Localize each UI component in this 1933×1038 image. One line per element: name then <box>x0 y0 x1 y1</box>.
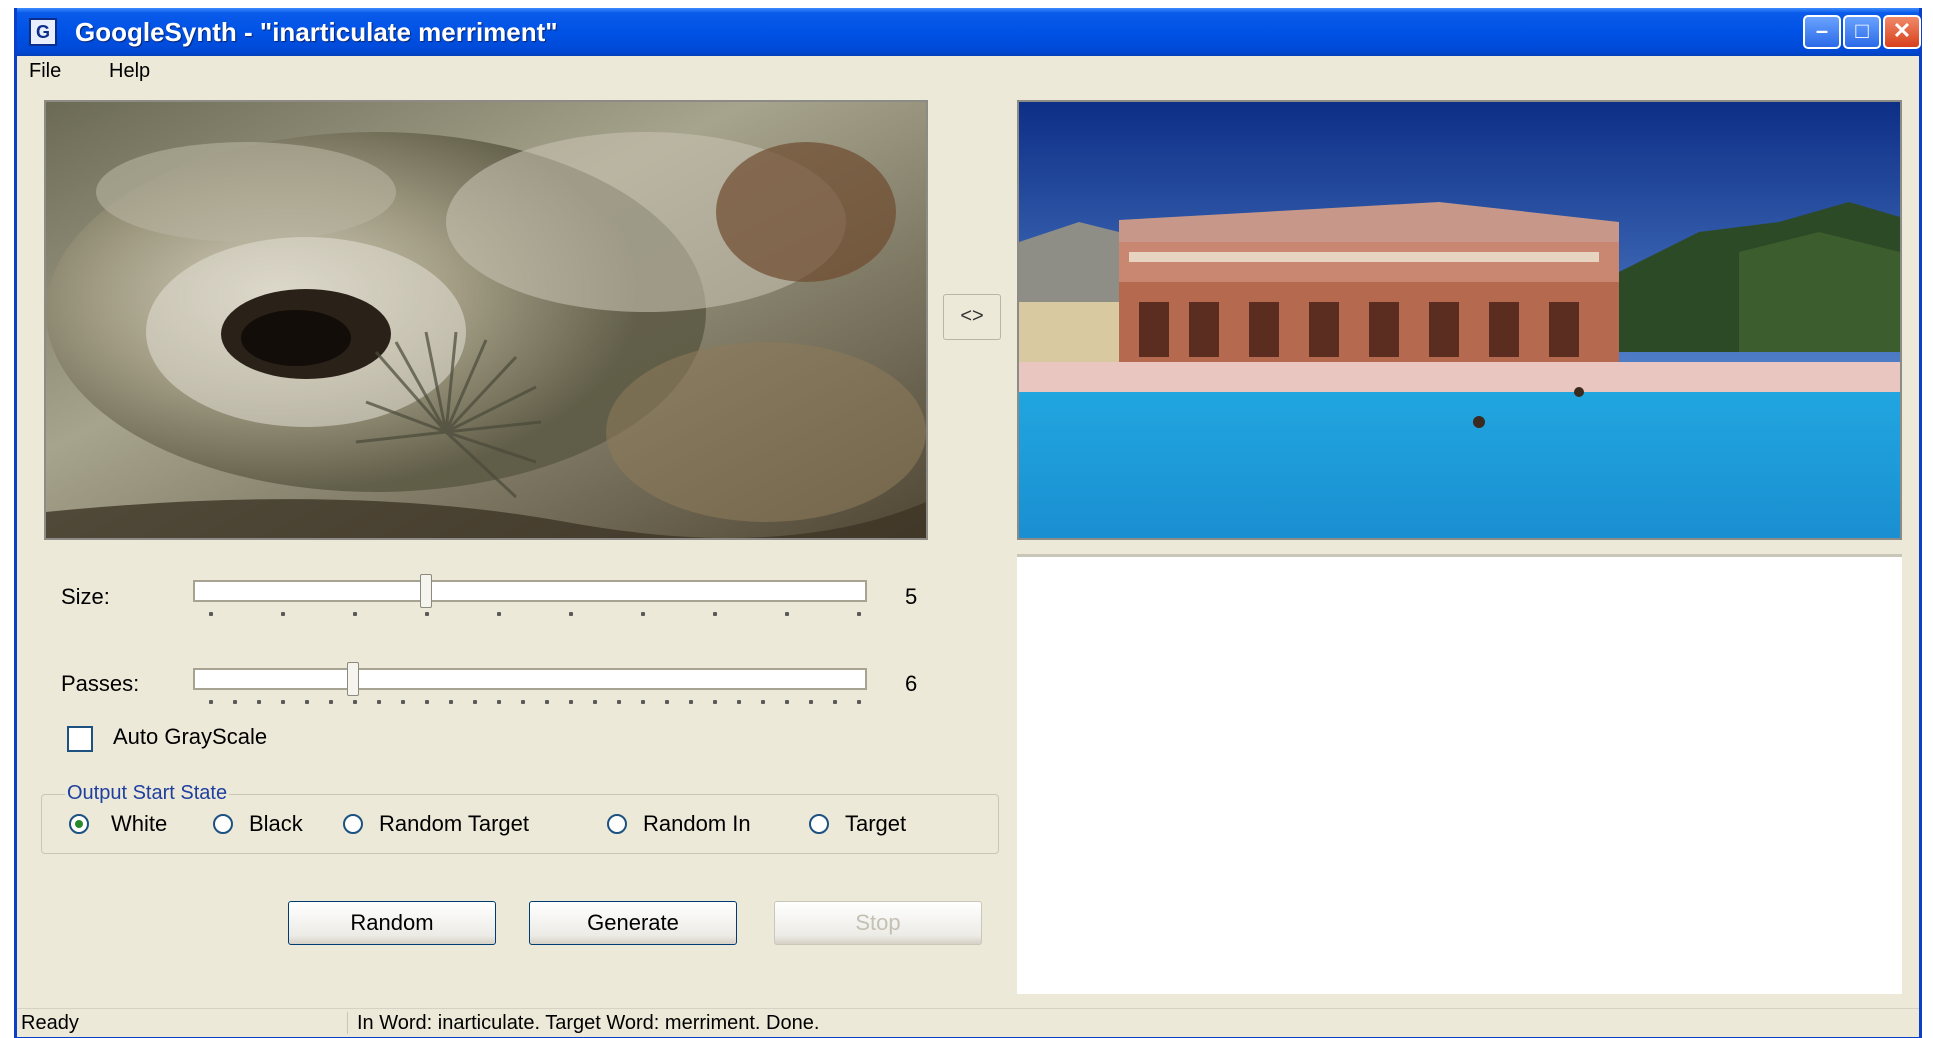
passes-label: Passes: <box>61 671 140 696</box>
generate-button[interactable]: Generate <box>529 901 737 945</box>
title-bar[interactable]: G GoogleSynth - "inarticulate merriment"… <box>17 8 1921 56</box>
minimize-button[interactable]: – <box>1803 15 1841 49</box>
passes-slider-thumb[interactable] <box>347 662 359 696</box>
app-icon: G <box>29 18 57 46</box>
output-image-panel <box>1017 554 1902 994</box>
random-button[interactable]: Random <box>288 901 496 945</box>
passes-slider[interactable] <box>193 668 867 690</box>
radio-target-label[interactable]: Target <box>845 811 906 837</box>
auto-grayscale-label[interactable]: Auto GrayScale <box>113 724 267 750</box>
target-image <box>1017 100 1902 540</box>
status-bar: Ready In Word: inarticulate. Target Word… <box>17 1008 1919 1037</box>
size-label: Size: <box>61 584 110 609</box>
status-message: In Word: inarticulate. Target Word: merr… <box>357 1012 820 1034</box>
maximize-button[interactable]: □ <box>1843 15 1881 49</box>
menu-bar: File Help <box>17 56 1919 86</box>
size-value: 5 <box>905 584 918 609</box>
close-button[interactable]: ✕ <box>1883 15 1921 49</box>
menu-help[interactable]: Help <box>109 60 150 83</box>
minimize-icon: – <box>1815 18 1829 43</box>
size-slider-thumb[interactable] <box>420 574 432 608</box>
menu-file[interactable]: File <box>29 60 61 83</box>
radio-target[interactable] <box>809 814 829 834</box>
maximize-icon: □ <box>1855 18 1869 43</box>
window-title: GoogleSynth - "inarticulate merriment" <box>75 17 558 47</box>
size-slider[interactable] <box>193 580 867 602</box>
source-image <box>44 100 928 540</box>
app-window: G GoogleSynth - "inarticulate merriment"… <box>14 8 1922 1038</box>
radio-random-in[interactable] <box>607 814 627 834</box>
radio-random-target[interactable] <box>343 814 363 834</box>
radio-white[interactable] <box>69 814 89 834</box>
status-ready: Ready <box>21 1012 348 1034</box>
radio-random-in-label[interactable]: Random In <box>643 811 751 837</box>
radio-black[interactable] <box>213 814 233 834</box>
output-start-state-title: Output Start State <box>65 782 230 805</box>
auto-grayscale-checkbox[interactable] <box>67 726 93 752</box>
radio-black-label[interactable]: Black <box>249 811 303 837</box>
radio-random-target-label[interactable]: Random Target <box>379 811 529 837</box>
stop-button[interactable]: Stop <box>774 901 982 945</box>
passes-value: 6 <box>905 671 918 696</box>
close-icon: ✕ <box>1892 18 1912 43</box>
swap-images-button[interactable]: <> <box>943 294 1001 340</box>
radio-white-label[interactable]: White <box>111 811 167 837</box>
